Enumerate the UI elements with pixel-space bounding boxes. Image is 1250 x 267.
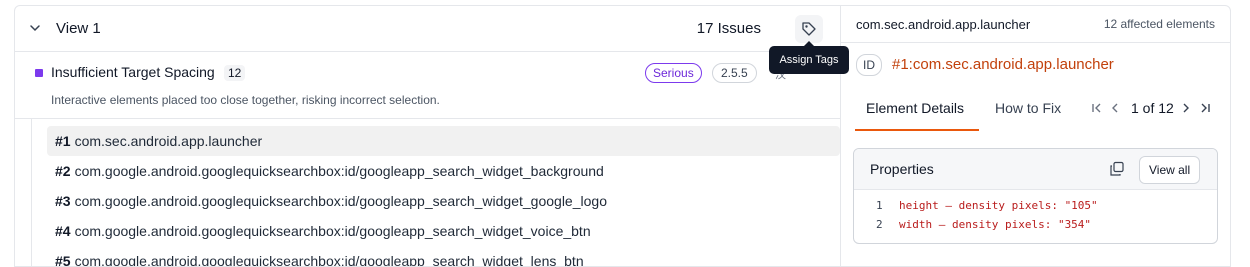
element-number: #2	[55, 163, 71, 179]
rule-title: Insufficient Target Spacing	[51, 64, 215, 80]
wcag-badge: 2.5.5	[712, 63, 757, 83]
properties-header: Properties View all	[854, 149, 1217, 190]
view-header: View 1 17 Issues	[15, 6, 841, 52]
pager-status: 1 of 12	[1131, 100, 1174, 116]
element-label: com.google.android.googlequicksearchbox:…	[74, 253, 584, 267]
tab-how-to-fix[interactable]: How to Fix	[995, 100, 1061, 116]
element-number: #1	[55, 133, 71, 149]
last-page-icon[interactable]	[1199, 100, 1211, 116]
severity-badge: Serious	[645, 63, 702, 83]
severity-indicator	[35, 69, 43, 77]
rule-count-badge: 12	[224, 65, 246, 81]
element-label: com.sec.android.app.launcher	[74, 133, 263, 149]
properties-card: Properties View all 1 height – density p…	[853, 148, 1218, 244]
line-number: 2	[876, 218, 883, 231]
affected-count: 12 affected elements	[1103, 17, 1215, 31]
list-item[interactable]: #3 com.google.android.googlequicksearchbo…	[47, 186, 840, 216]
property-text: height – density pixels: "105"	[899, 199, 1098, 212]
issues-count: 17 Issues	[696, 20, 761, 37]
assign-tags-tooltip: Assign Tags	[769, 41, 849, 74]
element-number: #4	[55, 223, 71, 239]
view-all-button[interactable]: View all	[1139, 156, 1201, 184]
element-list: #1 com.sec.android.app.launcher #2 com.goo…	[31, 119, 841, 267]
rule-description: Interactive elements placed too close to…	[51, 93, 440, 107]
list-item[interactable]: #2 com.google.android.googlequicksearchbo…	[47, 156, 840, 186]
chevron-down-icon[interactable]	[29, 22, 41, 34]
list-item[interactable]: #1 com.sec.android.app.launcher	[47, 126, 840, 156]
view-title: View 1	[56, 20, 101, 37]
element-number: #5	[55, 253, 71, 267]
tag-icon	[802, 22, 816, 36]
app-name: com.sec.android.app.launcher	[856, 17, 1031, 32]
list-item[interactable]: #4 com.google.android.googlequicksearchbo…	[47, 216, 840, 246]
tab-element-details[interactable]: Element Details	[866, 100, 964, 116]
id-badge: ID	[856, 54, 882, 76]
line-number: 1	[876, 199, 883, 212]
element-id: #1:com.sec.android.app.launcher	[892, 56, 1114, 73]
rule-row[interactable]: Insufficient Target Spacing 12 Serious 2…	[15, 52, 841, 119]
active-tab-indicator	[855, 129, 979, 131]
list-item[interactable]: #5 com.google.android.googlequicksearchbo…	[47, 246, 840, 267]
previous-icon[interactable]	[1109, 100, 1121, 116]
element-label: com.google.android.googlequicksearchbox:…	[74, 193, 607, 209]
next-icon[interactable]	[1180, 100, 1192, 116]
element-number: #3	[55, 193, 71, 209]
detail-tabs: Element Details How to Fix 1 of 12	[841, 90, 1230, 132]
first-page-icon[interactable]	[1091, 100, 1103, 116]
properties-title: Properties	[870, 161, 934, 177]
details-header: com.sec.android.app.launcher 12 affected…	[841, 6, 1230, 43]
assign-tags-button[interactable]	[795, 15, 823, 43]
element-label: com.google.android.googlequicksearchbox:…	[74, 163, 604, 179]
issues-panel: View 1 17 Issues Insufficient Target Spa…	[14, 5, 842, 267]
copy-icon[interactable]	[1109, 161, 1125, 177]
element-label: com.google.android.googlequicksearchbox:…	[74, 223, 591, 239]
details-panel: com.sec.android.app.launcher 12 affected…	[840, 5, 1231, 267]
property-text: width – density pixels: "354"	[899, 218, 1092, 231]
